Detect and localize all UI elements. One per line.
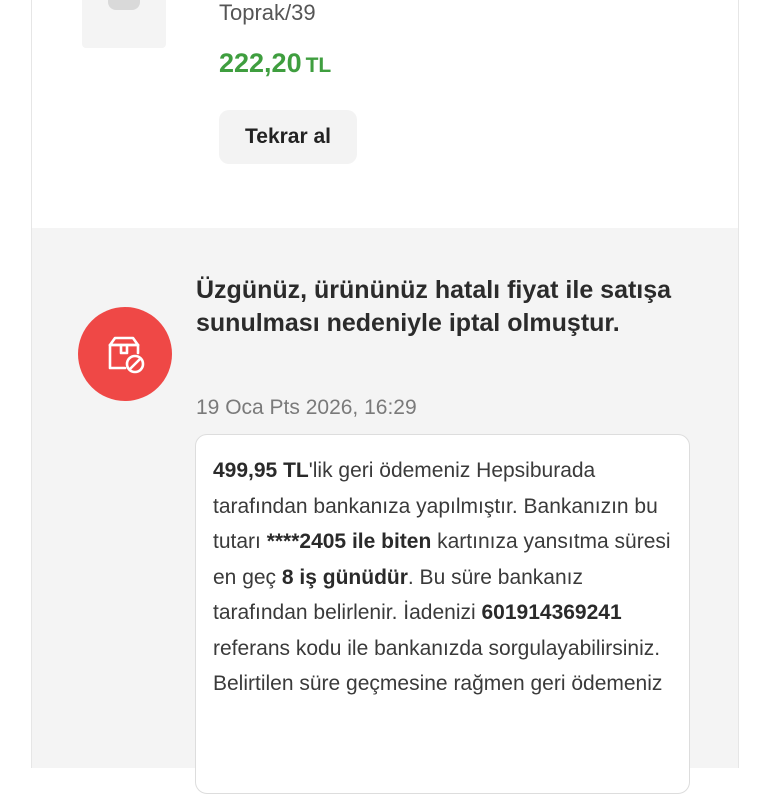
product-image[interactable] bbox=[82, 0, 166, 48]
card-suffix: ****2405 ile biten bbox=[266, 530, 432, 553]
refund-message: 499,95 TL'lik geri ödemeniz Hepsiburada … bbox=[213, 453, 673, 702]
box-cancel-icon bbox=[108, 336, 145, 374]
refund-amount: 499,95 TL bbox=[213, 459, 309, 482]
price-currency: TL bbox=[305, 54, 332, 77]
refund-message-box: 499,95 TL'lik geri ödemeniz Hepsiburada … bbox=[195, 434, 690, 794]
refund-duration: 8 iş günüdür bbox=[281, 565, 408, 589]
product-price: 222,20 TL bbox=[219, 46, 331, 85]
cancel-status-badge bbox=[78, 307, 172, 401]
rebuy-button[interactable]: Tekrar al bbox=[219, 110, 357, 164]
message-part-4: referans kodu ile bankanızda sorgulayabi… bbox=[213, 636, 663, 696]
cancellation-title: Üzgünüz, ürününüz hatalı fiyat ile satış… bbox=[196, 276, 672, 337]
reference-code: 601914369241 bbox=[481, 601, 622, 624]
price-amount: 222,20 bbox=[219, 48, 302, 78]
cancellation-date: 19 Oca Pts 2026, 16:29 bbox=[196, 396, 417, 419]
product-image-shape bbox=[108, 0, 140, 10]
product-variant: Toprak/39 bbox=[219, 0, 316, 25]
